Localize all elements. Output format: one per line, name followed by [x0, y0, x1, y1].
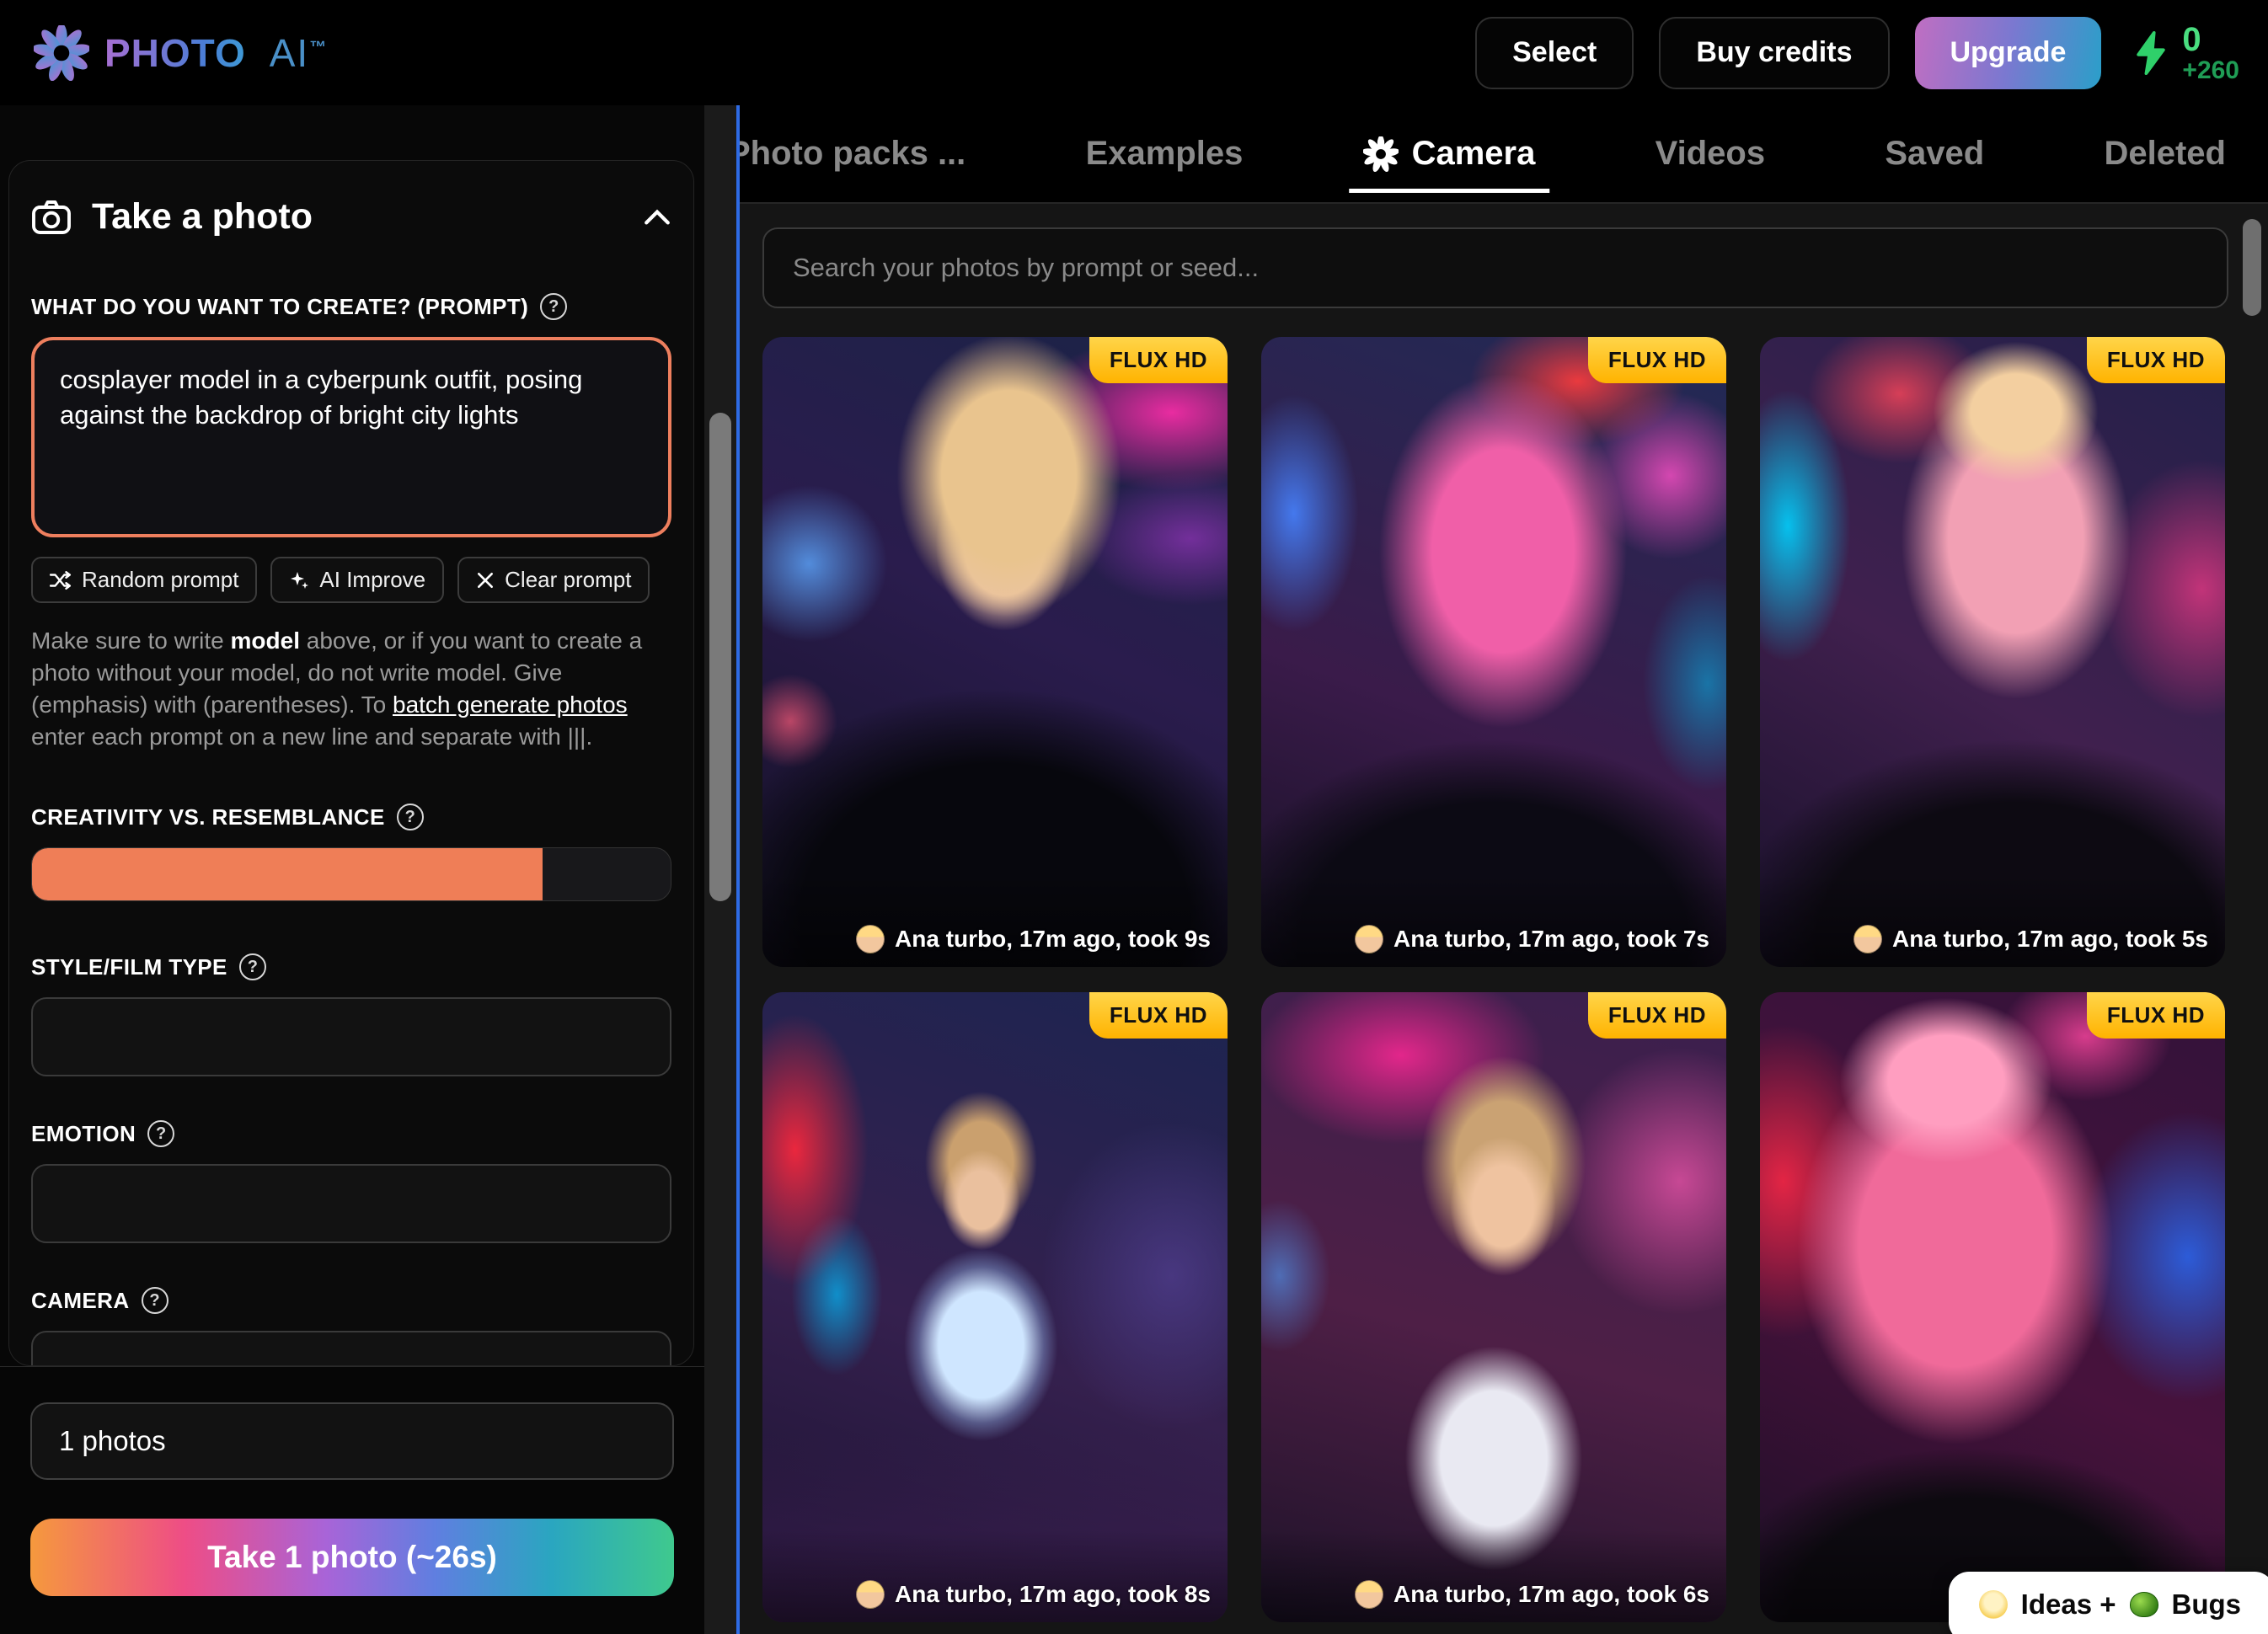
photo-card[interactable]: FLUX HD Ana turbo, 17m ago, took 7s [1261, 337, 1726, 967]
tab-bar: Photo packs ... Examples [740, 105, 2268, 204]
tab-camera[interactable]: Camera [1363, 135, 1536, 173]
photo-caption-text: Ana turbo, 17m ago, took 6s [1393, 1581, 1709, 1608]
prompt-helper-text: Make sure to write model above, or if yo… [31, 625, 671, 753]
photo-search [762, 227, 2228, 308]
photo-card[interactable]: FLUX HD A [1760, 992, 2225, 1622]
search-input[interactable] [764, 229, 2227, 307]
help-icon[interactable]: ? [142, 1287, 168, 1314]
credits-indicator[interactable]: 0 +260 [2132, 22, 2239, 84]
bugs-label: Bugs [2172, 1589, 2242, 1621]
help-icon[interactable]: ? [540, 293, 567, 320]
flux-hd-badge: FLUX HD [1089, 337, 1228, 383]
prompt-label: WHAT DO YOU WANT TO CREATE? (PROMPT) [31, 294, 528, 320]
blonde-woman-emoji [1355, 1580, 1383, 1609]
prompt-textarea[interactable]: cosplayer model in a cyberpunk outfit, p… [31, 337, 671, 537]
random-prompt-button[interactable]: Random prompt [31, 557, 257, 603]
photo-caption-text: Ana turbo, 17m ago, took 8s [895, 1581, 1211, 1608]
brand-logo[interactable]: PHOTO AI™ [34, 25, 328, 81]
camera-label: CAMERA [31, 1288, 130, 1314]
sidebar: Take a photo WHAT DO YOU WANT TO CREATE?… [0, 105, 704, 1634]
ideas-label: Ideas + [2021, 1589, 2116, 1621]
batch-generate-link[interactable]: batch generate photos [393, 692, 628, 718]
buy-credits-button[interactable]: Buy credits [1659, 17, 1889, 89]
credit-count: 0 [2182, 22, 2239, 57]
creativity-slider[interactable] [31, 847, 671, 901]
emotion-label: EMOTION [31, 1121, 136, 1147]
blonde-woman-emoji [856, 1580, 885, 1609]
select-button[interactable]: Select [1475, 17, 1634, 89]
style-film-type-label: STYLE/FILM TYPE [31, 954, 227, 980]
help-icon[interactable]: ? [397, 804, 424, 830]
camera-input[interactable] [31, 1331, 671, 1366]
lightbulb-icon [1979, 1590, 2008, 1619]
panel-title: Take a photo [92, 196, 623, 238]
ai-improve-button[interactable]: AI Improve [270, 557, 444, 603]
photo-card[interactable]: FLUX HD Ana turbo, 17m ago, took 8s [762, 992, 1228, 1622]
photo-caption-text: Ana turbo, 17m ago, took 5s [1892, 926, 2208, 953]
clear-prompt-button[interactable]: Clear prompt [457, 557, 650, 603]
tab-saved[interactable]: Saved [1885, 135, 1984, 173]
brand-ai-wrap: AI™ [270, 30, 328, 76]
flux-hd-badge: FLUX HD [1588, 992, 1726, 1039]
close-icon [476, 571, 495, 590]
photo-caption: Ana turbo, 17m ago, took 7s [1355, 925, 1709, 953]
main-scrollbar-thumb[interactable] [2243, 219, 2261, 316]
style-film-type-input[interactable] [31, 997, 671, 1076]
sidebar-scrollbar[interactable] [704, 105, 736, 1634]
tab-examples[interactable]: Examples [1086, 135, 1244, 173]
active-tab-underline [1349, 189, 1549, 193]
photo-caption: Ana turbo, 17m ago, took 6s [1355, 1580, 1709, 1609]
photo-caption-text: Ana turbo, 17m ago, took 7s [1393, 926, 1709, 953]
photo-card[interactable]: FLUX HD Ana turbo, 17m ago, took 6s [1261, 992, 1726, 1622]
random-prompt-label: Random prompt [82, 567, 238, 593]
emotion-input[interactable] [31, 1164, 671, 1243]
camera-icon [31, 200, 72, 235]
photo-card[interactable]: FLUX HD Ana turbo, 17m ago, took 5s [1760, 337, 2225, 967]
sidebar-scrollbar-thumb[interactable] [709, 413, 731, 901]
upgrade-button[interactable]: Upgrade [1915, 17, 2102, 89]
ai-improve-label: AI Improve [319, 567, 425, 593]
photo-count-select[interactable]: 1 photos [30, 1402, 674, 1480]
photo-caption: Ana turbo, 17m ago, took 8s [856, 1580, 1211, 1609]
flux-hd-badge: FLUX HD [2087, 992, 2225, 1039]
creativity-label: CREATIVITY VS. RESEMBLANCE [31, 804, 385, 830]
blonde-woman-emoji [1355, 925, 1383, 953]
tab-deleted[interactable]: Deleted [2104, 135, 2226, 173]
sidebar-footer: 1 photos Take 1 photo (~26s) [0, 1366, 704, 1634]
sparkles-icon [289, 570, 309, 590]
chevron-up-icon[interactable] [643, 208, 671, 227]
flux-hd-badge: FLUX HD [2087, 337, 2225, 383]
take-photo-button[interactable]: Take 1 photo (~26s) [30, 1519, 674, 1596]
ideas-bugs-button[interactable]: Ideas + Bugs [1949, 1572, 2268, 1634]
photo-grid: FLUX HD Ana turbo, 17m ago, took 9s FLUX… [762, 337, 2225, 1622]
photo-caption: Ana turbo, 17m ago, took 5s [1853, 925, 2208, 953]
bug-icon [2130, 1592, 2158, 1617]
spiral-icon [1363, 136, 1399, 172]
swirl-logo-icon [34, 25, 89, 81]
photo-card[interactable]: FLUX HD Ana turbo, 17m ago, took 9s [762, 337, 1228, 967]
tab-videos[interactable]: Videos [1656, 135, 1765, 173]
take-a-photo-panel: Take a photo WHAT DO YOU WANT TO CREATE?… [8, 160, 694, 1366]
creativity-slider-fill [32, 848, 543, 900]
flux-hd-badge: FLUX HD [1588, 337, 1726, 383]
bolt-icon [2132, 31, 2170, 75]
help-icon[interactable]: ? [239, 953, 266, 980]
blonde-woman-emoji [856, 925, 885, 953]
main-panel: Photo packs ... Examples [736, 105, 2268, 1634]
brand-name: PHOTO [104, 30, 246, 76]
brand-ai: AI [270, 31, 309, 75]
tab-camera-label: Camera [1412, 135, 1536, 173]
shuffle-icon [50, 571, 72, 590]
tab-photo-packs[interactable]: Photo packs ... [736, 135, 966, 173]
brand-tm: ™ [309, 38, 328, 56]
credit-bonus: +260 [2182, 57, 2239, 84]
flux-hd-badge: FLUX HD [1089, 992, 1228, 1039]
blonde-woman-emoji [1853, 925, 1882, 953]
clear-prompt-label: Clear prompt [505, 567, 631, 593]
help-icon[interactable]: ? [147, 1120, 174, 1147]
app-header: PHOTO AI™ Select Buy credits Upgrade 0 +… [0, 0, 2268, 105]
photo-caption-text: Ana turbo, 17m ago, took 9s [895, 926, 1211, 953]
photo-caption: Ana turbo, 17m ago, took 9s [856, 925, 1211, 953]
